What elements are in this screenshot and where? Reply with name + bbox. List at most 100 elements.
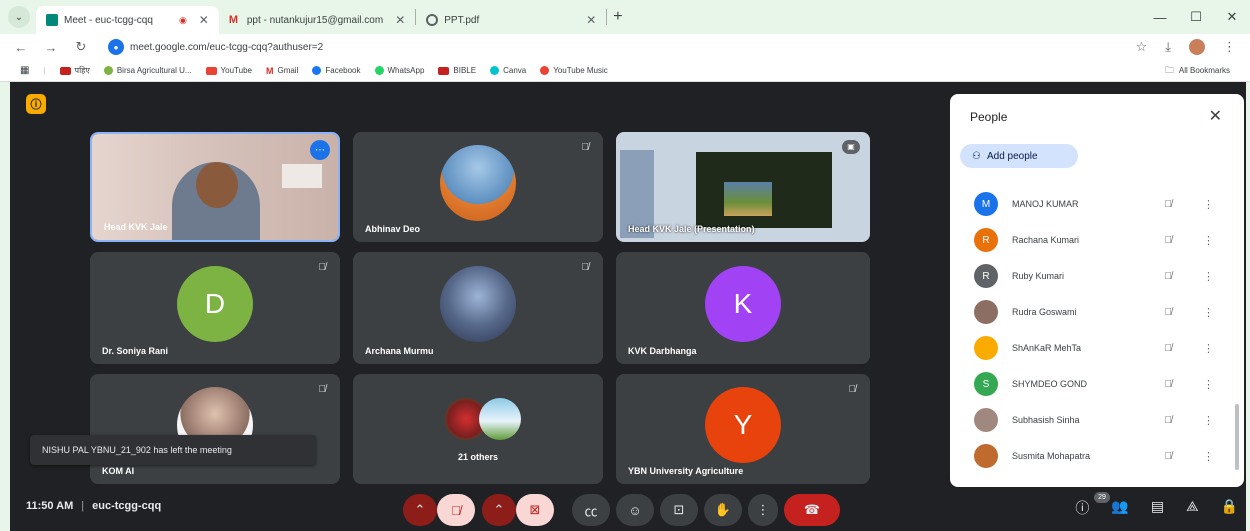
muted-mic-icon[interactable]: 🎙̸ xyxy=(1165,271,1173,282)
muted-mic-icon[interactable]: 🎙̸ xyxy=(1165,379,1173,390)
bookmark-favicon-icon xyxy=(490,66,500,75)
bookmark-favicon-icon xyxy=(205,66,217,75)
participant-more-icon[interactable]: ⋮ xyxy=(1203,378,1214,391)
participant-tile[interactable]: ▣ Head KVK Jale (Presentation) xyxy=(616,132,870,242)
bookmark-star-icon[interactable]: ☆ xyxy=(1136,39,1148,55)
emoji-reactions-button[interactable]: ☺ xyxy=(616,494,654,526)
tab-title: PPT.pdf xyxy=(444,14,480,26)
participant-row[interactable]: M MANOJ KUMAR 🎙̸ ⋮ xyxy=(960,186,1232,222)
more-options-button[interactable]: ⋮ xyxy=(748,494,778,526)
participant-tile[interactable]: ⋯ Head KVK Jale xyxy=(90,132,340,242)
new-tab-button[interactable]: + xyxy=(613,8,622,26)
apps-grid-icon[interactable]: ▦ xyxy=(20,65,29,76)
mic-toggle-button[interactable]: 🎙̸ xyxy=(437,494,475,526)
bookmark-item[interactable]: WhatsApp xyxy=(374,66,424,75)
meeting-time: 11:50 AM xyxy=(26,500,74,512)
participant-row[interactable]: Susmita Mohapatra 🎙̸ ⋮ xyxy=(960,438,1232,474)
bookmark-item[interactable]: Facebook xyxy=(312,66,361,75)
muted-mic-icon[interactable]: 🎙̸ xyxy=(1165,343,1173,354)
tab-gmail[interactable]: M ppt - nutankujur15@gmail.com ✕ xyxy=(219,6,415,34)
participant-row[interactable]: R Rachana Kumari 🎙̸ ⋮ xyxy=(960,222,1232,258)
captions-button[interactable]: ㏄ xyxy=(572,494,610,526)
bookmark-item[interactable]: YouTube Music xyxy=(540,66,608,75)
download-icon[interactable]: ⤓ xyxy=(1165,39,1171,55)
meeting-details-icon[interactable]: ⓘ xyxy=(1075,498,1089,518)
mic-options-button[interactable]: ⌃ xyxy=(403,494,437,526)
participant-row[interactable]: Subhasish Sinha 🎙̸ ⋮ xyxy=(960,402,1232,438)
side-panel-controls: ⓘ 👥 ▤ ⟁ 🔒 xyxy=(1075,498,1238,518)
others-tile[interactable]: 21 others xyxy=(353,374,603,484)
participant-tile[interactable]: 🎙̸ Abhinav Deo xyxy=(353,132,603,242)
host-controls-icon[interactable]: 🔒 xyxy=(1221,498,1238,518)
minimize-icon[interactable]: — xyxy=(1142,10,1178,25)
back-arrow-icon[interactable]: ← xyxy=(14,40,28,55)
activities-icon[interactable]: ⟁ xyxy=(1186,498,1199,518)
chat-icon[interactable]: ▤ xyxy=(1151,498,1164,518)
muted-mic-icon[interactable]: 🎙̸ xyxy=(1165,451,1173,462)
participant-more-icon[interactable]: ⋮ xyxy=(1203,270,1214,283)
participant-tile[interactable]: 🎙̸ Archana Murmu xyxy=(353,252,603,364)
bookmark-item[interactable]: BIBLE xyxy=(438,66,476,75)
wall-shelf xyxy=(282,164,322,188)
bookmark-favicon-icon: M xyxy=(265,65,274,76)
participant-more-icon[interactable]: ⋮ xyxy=(1203,342,1214,355)
participant-tile[interactable]: 🎙̸ D Dr. Soniya Rani xyxy=(90,252,340,364)
present-screen-button[interactable]: ⊡ xyxy=(660,494,698,526)
bookmark-item[interactable]: Birsa Agricultural U... xyxy=(103,66,192,75)
profile-avatar-icon[interactable] xyxy=(1189,39,1205,55)
muted-mic-icon[interactable]: 🎙̸ xyxy=(1165,307,1173,318)
bookmark-item[interactable]: पहिए xyxy=(59,65,90,76)
bookmark-item[interactable]: YouTube xyxy=(205,66,252,75)
participant-more-icon[interactable]: ⋮ xyxy=(1203,234,1214,247)
tab-meet[interactable]: Meet - euc-tcgg-cqq ◉ ✕ xyxy=(36,6,219,34)
people-panel: People ✕ ⚇ Add people M MANOJ KUMAR 🎙̸ ⋮ R Ra… xyxy=(950,94,1244,487)
participant-row[interactable]: S SHYMDEO GOND 🎙̸ ⋮ xyxy=(960,366,1232,402)
gmail-favicon-icon: M xyxy=(228,14,239,26)
participant-row[interactable]: Rudra Goswami 🎙̸ ⋮ xyxy=(960,294,1232,330)
tile-more-options-icon[interactable]: ⋯ xyxy=(310,140,330,160)
maximize-icon[interactable]: ☐ xyxy=(1178,9,1214,25)
reload-icon[interactable]: ↻ xyxy=(74,39,88,55)
close-tab-icon[interactable]: ✕ xyxy=(199,13,209,27)
browser-menu-icon[interactable]: ⋮ xyxy=(1223,39,1236,55)
participant-more-icon[interactable]: ⋮ xyxy=(1203,450,1214,463)
people-icon[interactable]: 👥 xyxy=(1111,498,1128,518)
bookmark-item[interactable]: M Gmail xyxy=(266,66,298,76)
participant-tile[interactable]: K KVK Darbhanga xyxy=(616,252,870,364)
participant-row[interactable]: ShAnKaR MehTa 🎙̸ ⋮ xyxy=(960,330,1232,366)
meeting-activity-icon[interactable]: ⓘ xyxy=(26,94,46,114)
add-people-button[interactable]: ⚇ Add people xyxy=(960,144,1078,168)
scrollbar-thumb[interactable] xyxy=(1235,404,1239,470)
participant-more-icon[interactable]: ⋮ xyxy=(1203,198,1214,211)
tab-title: Meet - euc-tcgg-cqq xyxy=(64,14,153,26)
address-bar-row: ← → ↻ ● meet.google.com/euc-tcgg-cqq?aut… xyxy=(0,34,1250,60)
raise-hand-button[interactable]: ✋ xyxy=(704,494,742,526)
muted-mic-icon[interactable]: 🎙̸ xyxy=(1165,235,1173,246)
all-bookmarks-button[interactable]: 🗀 All Bookmarks xyxy=(1165,63,1230,79)
participant-tile[interactable]: 🎙̸ KOM AI xyxy=(90,374,340,484)
folder-icon: 🗀 xyxy=(1164,64,1174,75)
tab-list-button[interactable]: ⌄ xyxy=(8,6,30,28)
site-info-icon[interactable]: ● xyxy=(108,39,124,55)
participant-name: ShAnKaR MehTa xyxy=(1012,343,1082,353)
close-panel-icon[interactable]: ✕ xyxy=(1209,106,1222,126)
globe-favicon-icon xyxy=(426,14,439,26)
omnibox[interactable]: ● meet.google.com/euc-tcgg-cqq?authuser=… xyxy=(104,36,1120,58)
forward-arrow-icon[interactable]: → xyxy=(44,40,58,55)
participant-more-icon[interactable]: ⋮ xyxy=(1203,306,1214,319)
participant-row[interactable]: R Ruby Kumari 🎙̸ ⋮ xyxy=(960,258,1232,294)
camera-options-button[interactable]: ⌃ xyxy=(482,494,516,526)
leave-call-button[interactable]: ☎ xyxy=(784,494,840,526)
muted-mic-icon: 🎙̸ xyxy=(318,262,327,273)
tab-pdf[interactable]: PPT.pdf ✕ xyxy=(416,6,606,34)
muted-mic-icon[interactable]: 🎙̸ xyxy=(1165,415,1173,426)
participant-more-icon[interactable]: ⋮ xyxy=(1203,414,1214,427)
close-window-icon[interactable]: ✕ xyxy=(1214,9,1250,25)
camera-toggle-button[interactable]: ⊠ xyxy=(516,494,554,526)
toolbar-actions: ☆ ⤓ ⋮ xyxy=(1136,39,1236,55)
close-tab-icon[interactable]: ✕ xyxy=(395,13,405,27)
bookmark-item[interactable]: Canva xyxy=(490,66,526,75)
muted-mic-icon[interactable]: 🎙̸ xyxy=(1165,199,1173,210)
close-tab-icon[interactable]: ✕ xyxy=(586,13,596,27)
participant-tile[interactable]: 🎙̸ Y YBN University Agriculture xyxy=(616,374,870,484)
